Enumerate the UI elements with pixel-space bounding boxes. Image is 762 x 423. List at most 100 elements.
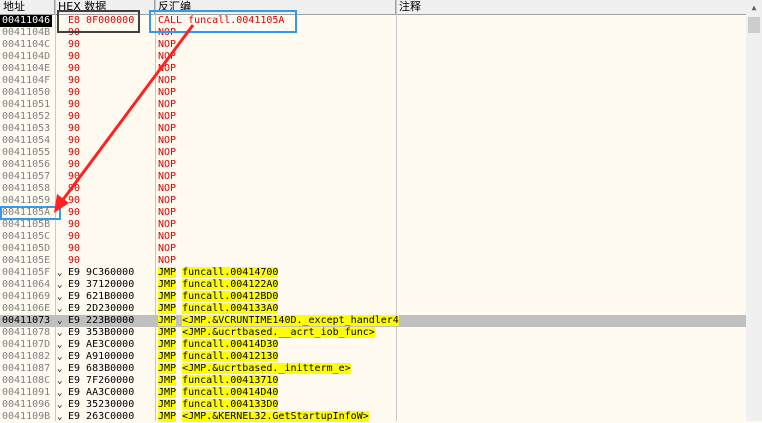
listing-row[interactable]: 0041104D 90 NOP — [0, 51, 746, 63]
listing-row[interactable]: 0041105D 90 NOP — [0, 243, 746, 255]
listing-row[interactable]: 0041105A 90 NOP — [0, 207, 746, 219]
row-address: 00411078 — [2, 327, 51, 338]
row-bytes: E9 A9100000 — [68, 351, 135, 362]
row-address: 0041104C — [2, 39, 51, 50]
address-column-header[interactable]: 地址 — [0, 0, 55, 14]
row-address: 0041104F — [2, 75, 51, 86]
listing-row[interactable]: 00411050 90 NOP — [0, 87, 746, 99]
row-bytes: E9 AA3C0000 — [68, 387, 135, 398]
row-opcode: JMP — [158, 387, 177, 398]
scroll-up-icon[interactable]: ▲ — [746, 0, 762, 16]
row-address: 00411052 — [2, 111, 51, 122]
row-disassembly: NOP — [158, 255, 177, 266]
row-disassembly: NOP — [158, 147, 177, 158]
row-address: 00411091 — [2, 387, 51, 398]
listing-row[interactable]: 0041104E 90 NOP — [0, 63, 746, 75]
row-bytes: E9 35230000 — [68, 399, 135, 410]
scroll-thumb[interactable] — [748, 17, 760, 33]
bytes-highlight-box — [57, 10, 140, 33]
row-address: 0041109B — [2, 411, 51, 422]
listing-row[interactable]: 00411064 ⌄ E9 37120000 JMP funcall.004122A0 — [0, 279, 746, 291]
row-bytes: 90 — [68, 219, 81, 230]
row-bytes: 90 — [68, 87, 81, 98]
listing-row[interactable]: 0041105B 90 NOP — [0, 219, 746, 231]
row-disassembly: JMP <JMP.&ucrtbased.__acrt_iob_func> — [158, 327, 375, 339]
listing-row[interactable]: 0041108C ⌄ E9 7F260000 JMP funcall.00413710 — [0, 375, 746, 387]
row-disassembly: JMP funcall.004133A0 — [158, 303, 279, 315]
listing-row[interactable]: 0041105E 90 NOP — [0, 255, 746, 267]
listing-row[interactable]: 00411055 90 NOP — [0, 147, 746, 159]
listing-row[interactable]: 00411091 ⌄ E9 AA3C0000 JMP funcall.00414D40 — [0, 387, 746, 399]
listing-row[interactable]: 00411051 90 NOP — [0, 99, 746, 111]
row-bytes: E9 9C360000 — [68, 267, 135, 278]
row-disassembly: JMP funcall.004133D0 — [158, 399, 279, 411]
listing-row[interactable]: 00411078 ⌄ E9 353B0000 JMP <JMP.&ucrtbased.… — [0, 327, 746, 339]
row-disassembly: JMP funcall.00413710 — [158, 375, 279, 387]
jump-marker-icon: ⌄ — [57, 412, 63, 422]
listing-row[interactable]: 0041104C 90 NOP — [0, 39, 746, 51]
row-disassembly: NOP — [158, 63, 177, 74]
row-disassembly: NOP — [158, 219, 177, 230]
row-address: 00411051 — [2, 99, 51, 110]
row-address: 0041105F — [2, 267, 51, 278]
row-bytes: 90 — [68, 207, 81, 218]
listing-row[interactable]: 00411073 ⌄ E9 223B0000 JMP <JMP.&VCRUNTIME1… — [0, 315, 746, 327]
row-disassembly: NOP — [158, 183, 177, 194]
row-address: 0041105E — [2, 255, 51, 266]
row-disassembly: NOP — [158, 111, 177, 122]
row-disassembly: JMP <JMP.&VCRUNTIME140D._except_handler4 — [158, 315, 399, 327]
row-bytes: 90 — [68, 123, 81, 134]
listing-row[interactable]: 0041109B ⌄ E9 263C0000 JMP <JMP.&KERNEL32.G… — [0, 411, 746, 423]
row-bytes: 90 — [68, 99, 81, 110]
row-opcode: JMP — [158, 351, 177, 362]
listing-row[interactable]: 0041107D ⌄ E9 AE3C0000 JMP funcall.00414D30 — [0, 339, 746, 351]
listing-row[interactable]: 00411052 90 NOP — [0, 111, 746, 123]
listing-row[interactable]: 00411059 90 NOP — [0, 195, 746, 207]
listing-row[interactable]: 00411096 ⌄ E9 35230000 JMP funcall.004133D0 — [0, 399, 746, 411]
row-opcode: JMP — [158, 303, 177, 314]
listing-row[interactable]: 0041105C 90 NOP — [0, 231, 746, 243]
listing-row[interactable]: 00411057 90 NOP — [0, 171, 746, 183]
listing-row[interactable]: 00411082 ⌄ E9 A9100000 JMP funcall.00412130 — [0, 351, 746, 363]
listing-row[interactable]: 0041106E ⌄ E9 2D230000 JMP funcall.004133A0 — [0, 303, 746, 315]
row-address: 00411050 — [2, 87, 51, 98]
listing-row[interactable]: 00411054 90 NOP — [0, 135, 746, 147]
row-bytes: 90 — [68, 63, 81, 74]
jump-marker-icon: ⌄ — [57, 340, 63, 350]
listing-row[interactable]: 00411087 ⌄ E9 683B0000 JMP <JMP.&ucrtbased.… — [0, 363, 746, 375]
listing-row[interactable]: 0041104F 90 NOP — [0, 75, 746, 87]
call-highlight-box — [149, 10, 297, 33]
row-bytes: E9 263C0000 — [68, 411, 135, 422]
comment-column-header[interactable]: 注释 — [396, 0, 746, 14]
row-address: 00411046 — [0, 15, 53, 27]
row-opcode: JMP — [158, 363, 177, 374]
row-operand: funcall.004133D0 — [182, 399, 279, 410]
row-disassembly: NOP — [158, 75, 177, 86]
listing-row[interactable]: 00411056 90 NOP — [0, 159, 746, 171]
row-address: 00411054 — [2, 135, 51, 146]
row-disassembly: JMP funcall.00412130 — [158, 351, 279, 363]
row-opcode: JMP — [158, 339, 177, 350]
row-disassembly: NOP — [158, 171, 177, 182]
row-bytes: 90 — [68, 183, 81, 194]
listing-row[interactable]: 00411053 90 NOP — [0, 123, 746, 135]
listing-row[interactable]: 00411058 90 NOP — [0, 183, 746, 195]
row-disassembly: NOP — [158, 39, 177, 50]
row-opcode: JMP — [158, 327, 177, 338]
row-bytes: E9 7F260000 — [68, 375, 135, 386]
row-bytes: E9 621B0000 — [68, 291, 135, 302]
listing-row[interactable]: 0041105F ⌄ E9 9C360000 JMP funcall.00414700 — [0, 267, 746, 279]
row-address: 0041104E — [2, 63, 51, 74]
vertical-scrollbar[interactable]: ▲ — [746, 0, 762, 421]
row-address: 0041105D — [2, 243, 51, 254]
row-disassembly: NOP — [158, 231, 177, 242]
row-operand: funcall.00412BD0 — [182, 291, 279, 302]
listing-row[interactable]: 00411069 ⌄ E9 621B0000 JMP funcall.00412BD0 — [0, 291, 746, 303]
row-operand: funcall.00414D30 — [182, 339, 279, 350]
row-opcode: JMP — [158, 267, 177, 278]
row-disassembly: JMP funcall.00414700 — [158, 267, 279, 279]
row-disassembly: JMP funcall.00412BD0 — [158, 291, 279, 303]
row-bytes: 90 — [68, 255, 81, 266]
row-bytes: E9 AE3C0000 — [68, 339, 135, 350]
row-opcode: JMP — [158, 375, 177, 386]
